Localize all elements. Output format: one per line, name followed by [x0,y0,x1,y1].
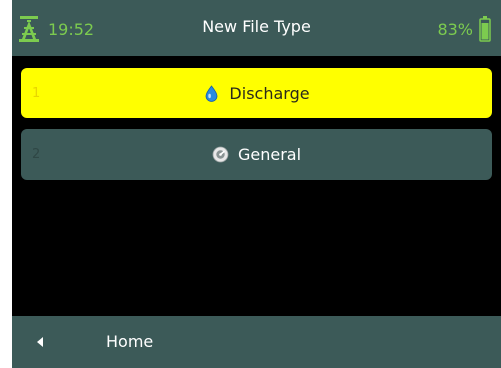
bottom-bar: Home [12,316,501,368]
status-bar: 19:52 New File Type 83% [12,0,501,56]
device-screen: 19:52 New File Type 83% 1 Discharge 2 Ge… [12,0,501,368]
status-right: 83% [437,15,491,43]
menu-item-label: General [237,145,302,164]
page-title: New File Type [202,17,311,36]
home-button[interactable]: Home [106,332,153,351]
back-arrow-icon[interactable] [36,337,44,347]
general-icon [212,146,229,163]
menu-item-general[interactable]: 2 General [21,129,492,180]
menu-item-discharge[interactable]: 1 Discharge [21,68,492,118]
menu-item-content: General [21,129,492,180]
battery-icon [479,16,491,42]
water-drop-icon [206,84,218,102]
battery-percentage: 83% [437,19,473,39]
menu-item-label: Discharge [229,83,310,103]
menu-item-content: Discharge [21,68,492,118]
